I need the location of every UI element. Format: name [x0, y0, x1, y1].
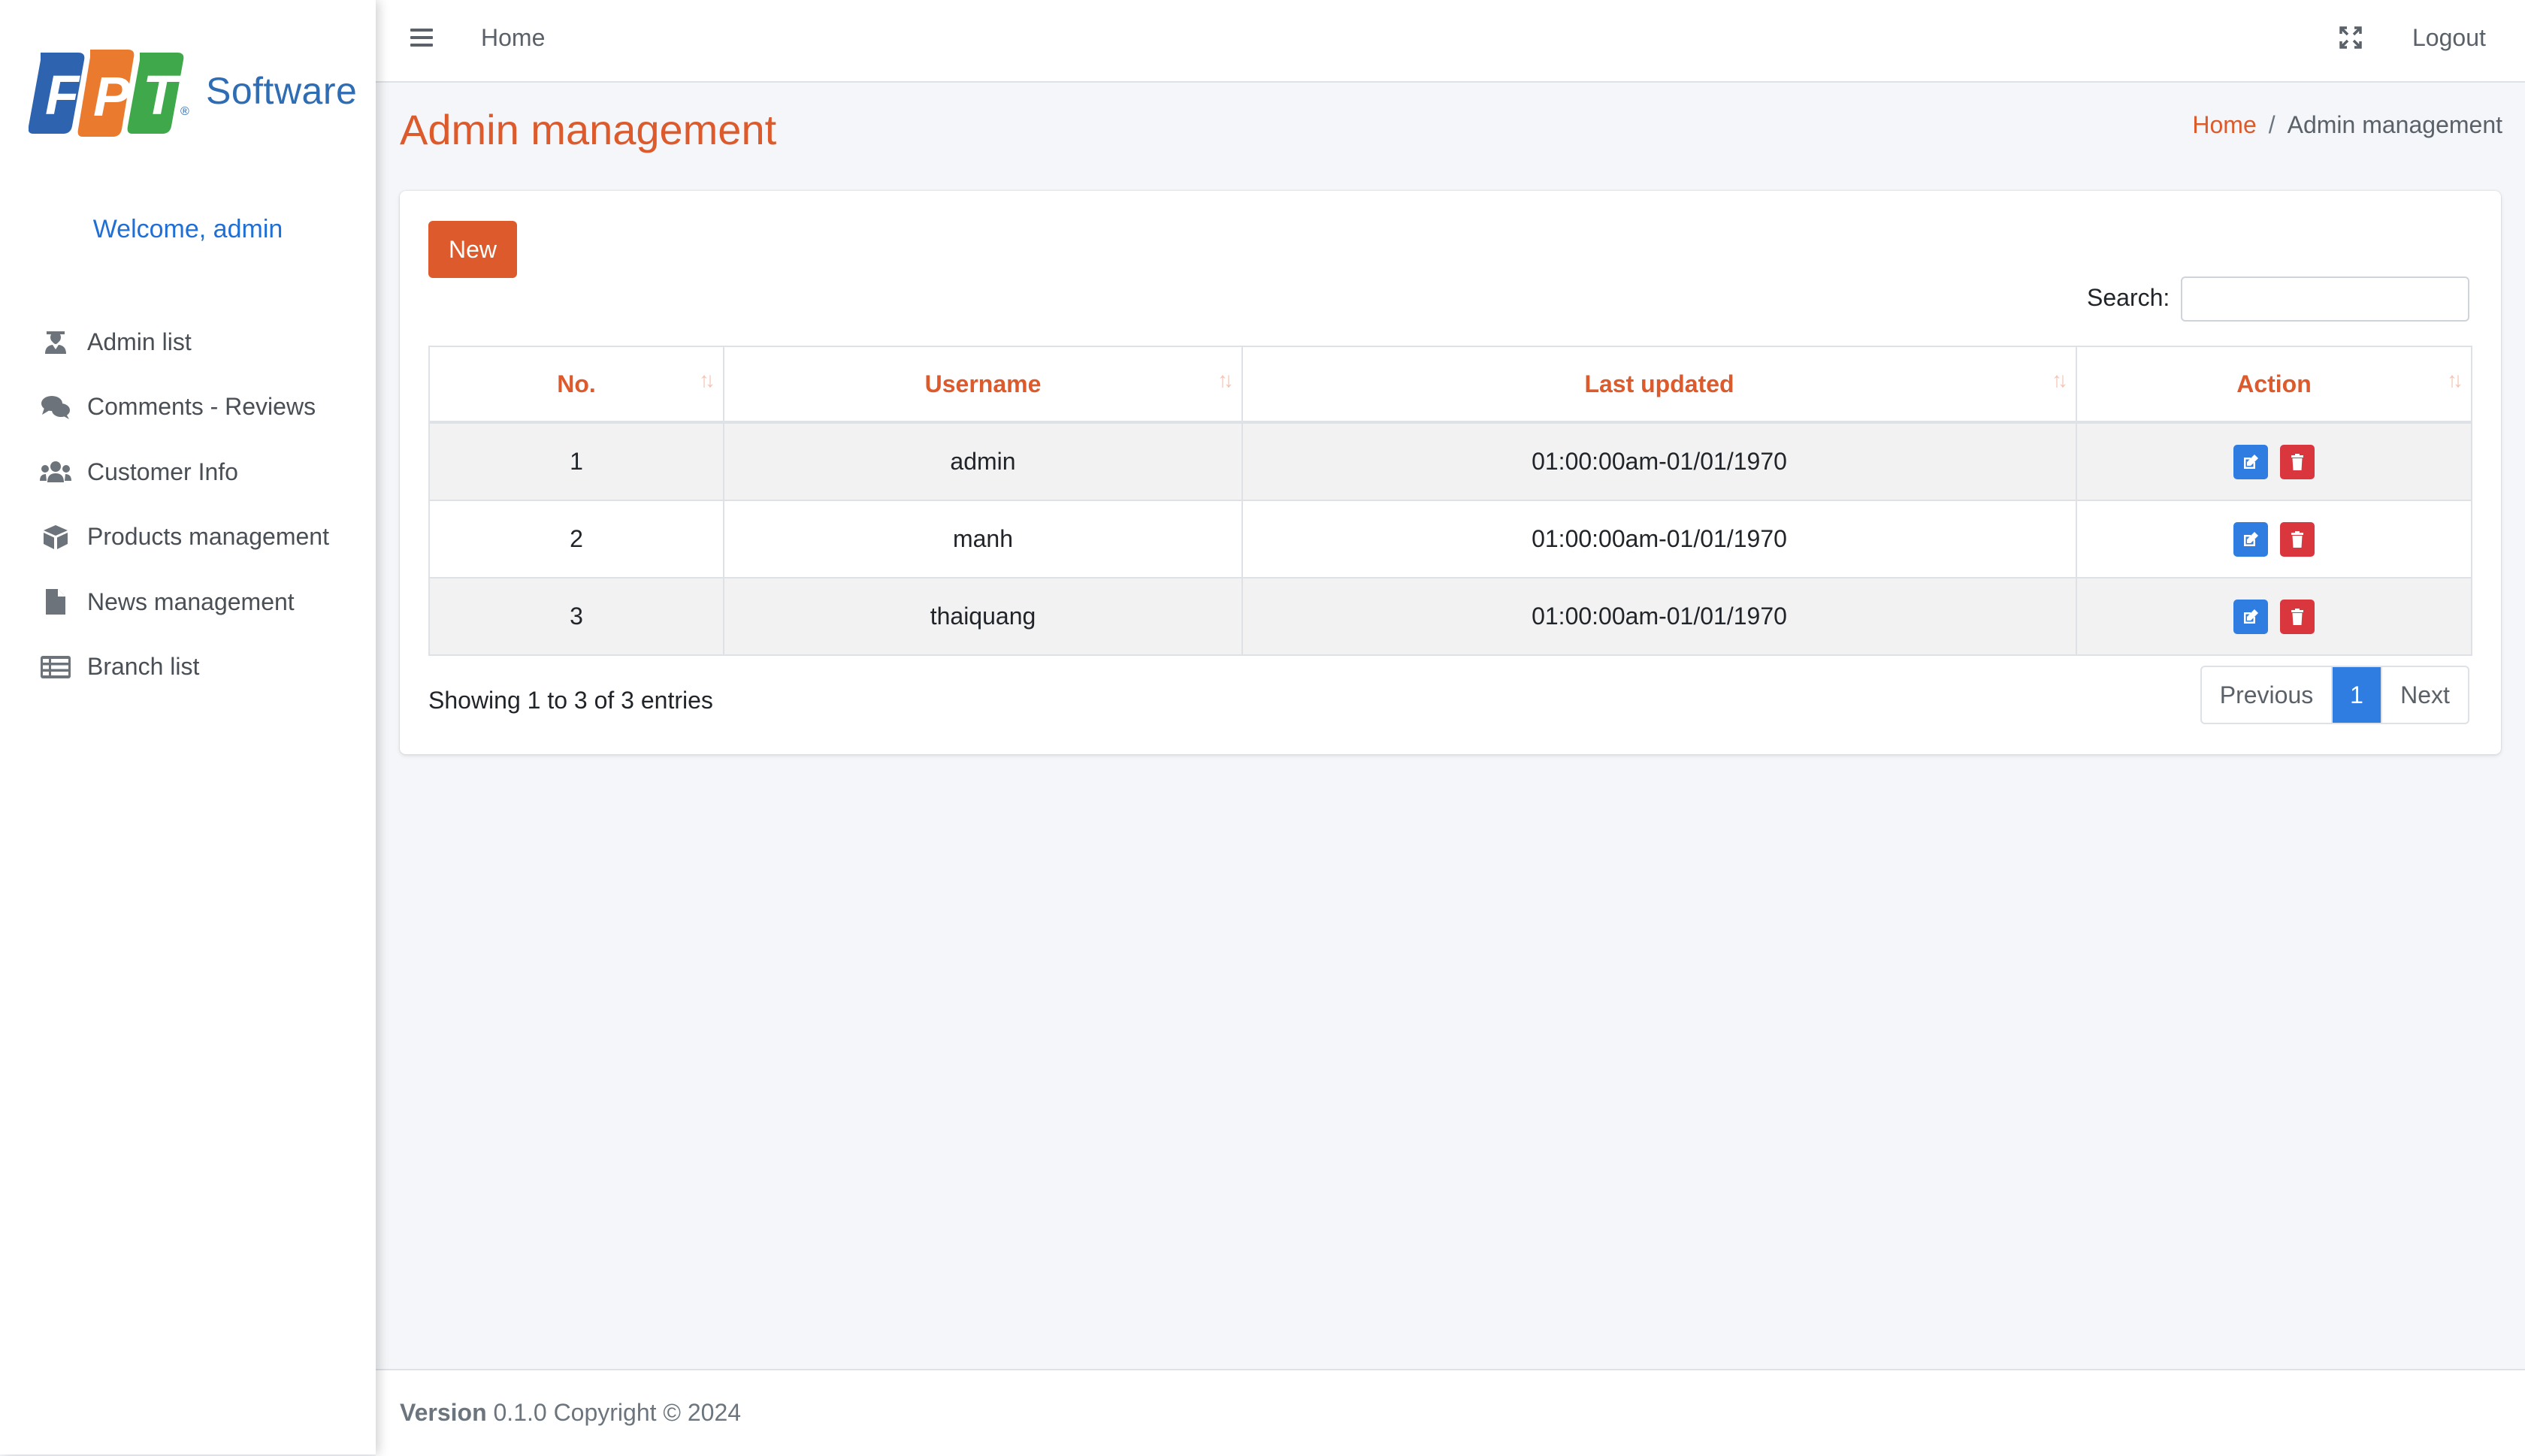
- sidebar-item-products-management[interactable]: Products management: [0, 505, 376, 570]
- version-label: Version: [400, 1399, 487, 1426]
- sidebar-item-admin-list[interactable]: Admin list: [0, 310, 376, 375]
- breadcrumb-separator: /: [2268, 111, 2276, 138]
- cell-username: thaiquang: [723, 577, 1243, 656]
- column-header-label: Action: [2236, 370, 2312, 397]
- logo-registered-mark: ®: [180, 105, 189, 118]
- column-header-username[interactable]: Username ↑↓: [723, 346, 1243, 424]
- cell-action: [2076, 500, 2472, 578]
- edit-button[interactable]: [2233, 444, 2268, 479]
- sidebar-item-label: Customer Info: [87, 458, 238, 485]
- admin-table: No. ↑↓ Username ↑↓ Last updated ↑↓ Actio…: [428, 346, 2472, 656]
- box-icon: [39, 522, 72, 552]
- users-icon: [39, 457, 72, 487]
- version-copyright: 0.1.0 Copyright © 2024: [493, 1399, 742, 1426]
- logout-link[interactable]: Logout: [2412, 24, 2486, 52]
- list-icon: [39, 652, 72, 682]
- column-header-no[interactable]: No. ↑↓: [428, 346, 724, 424]
- cell-action: [2076, 421, 2472, 501]
- sidebar: F P T ® Software Welcome, admin Admin li…: [0, 0, 376, 1454]
- sort-asc-active-icon: ↑↓: [699, 368, 715, 391]
- delete-button[interactable]: [2280, 444, 2315, 479]
- sidebar-item-label: Comments - Reviews: [87, 393, 316, 421]
- sidebar-item-label: Admin list: [87, 328, 192, 355]
- table-header-row: No. ↑↓ Username ↑↓ Last updated ↑↓ Actio…: [428, 346, 2472, 424]
- edit-icon: [2244, 531, 2258, 546]
- welcome-text[interactable]: Welcome, admin: [0, 215, 376, 244]
- sort-icon: ↑↓: [1217, 368, 1234, 391]
- delete-button[interactable]: [2280, 521, 2315, 557]
- sidebar-item-branch-list[interactable]: Branch list: [0, 635, 376, 700]
- column-header-label: No.: [557, 370, 596, 397]
- trash-icon: [2291, 608, 2303, 625]
- edit-button[interactable]: [2233, 521, 2268, 557]
- pagination-page-1[interactable]: 1: [2333, 667, 2381, 723]
- cell-last-updated: 01:00:00am-01/01/1970: [1241, 421, 2077, 501]
- file-icon: [39, 587, 72, 617]
- user-tie-icon: [39, 327, 72, 357]
- cell-no: 2: [428, 500, 724, 578]
- top-nav-home-link[interactable]: Home: [481, 24, 545, 52]
- edit-icon: [2244, 609, 2258, 624]
- admin-list-card: New Search: No. ↑↓ Username ↑↓ Last upda…: [400, 191, 2501, 754]
- sidebar-item-customer-info[interactable]: Customer Info: [0, 440, 376, 505]
- breadcrumb-home-link[interactable]: Home: [2192, 111, 2256, 138]
- hamburger-menu-icon[interactable]: [410, 27, 434, 51]
- sidebar-item-comments-reviews[interactable]: Comments - Reviews: [0, 375, 376, 440]
- search-input[interactable]: [2181, 276, 2469, 322]
- new-button[interactable]: New: [428, 221, 517, 278]
- fpt-software-logo[interactable]: F P T ® Software: [28, 45, 357, 143]
- edit-button[interactable]: [2233, 599, 2268, 634]
- footer-text: Version 0.1.0 Copyright © 2024: [400, 1399, 741, 1427]
- edit-icon: [2244, 454, 2258, 469]
- svg-text:P: P: [93, 65, 131, 128]
- search-label: Search:: [2087, 284, 2170, 311]
- sidebar-item-label: Products management: [87, 523, 329, 551]
- breadcrumb: Home / Admin management: [2192, 111, 2502, 139]
- pagination-next-button[interactable]: Next: [2381, 667, 2468, 723]
- top-navbar: Home Logout: [376, 0, 2525, 83]
- svg-text:T: T: [143, 64, 181, 126]
- footer: Version 0.1.0 Copyright © 2024: [376, 1369, 2525, 1456]
- table-entries-info: Showing 1 to 3 of 3 entries: [428, 687, 713, 714]
- table-row: 2 manh 01:00:00am-01/01/1970: [428, 500, 2472, 578]
- sort-icon: ↑↓: [2447, 368, 2463, 391]
- table-row: 1 admin 01:00:00am-01/01/1970: [428, 421, 2472, 501]
- cell-last-updated: 01:00:00am-01/01/1970: [1241, 577, 2077, 656]
- column-header-action[interactable]: Action ↑↓: [2076, 346, 2472, 424]
- delete-button[interactable]: [2280, 599, 2315, 634]
- cell-action: [2076, 577, 2472, 656]
- sidebar-nav: Admin list Comments - Reviews Customer I…: [0, 310, 376, 699]
- cell-last-updated: 01:00:00am-01/01/1970: [1241, 500, 2077, 578]
- sidebar-item-news-management[interactable]: News management: [0, 569, 376, 635]
- comments-icon: [39, 392, 72, 422]
- cell-username: admin: [723, 421, 1243, 501]
- breadcrumb-current: Admin management: [2287, 111, 2502, 138]
- cell-username: manh: [723, 500, 1243, 578]
- pagination: Previous 1 Next: [2200, 666, 2469, 724]
- page-title: Admin management: [400, 106, 777, 153]
- logo-text: Software: [206, 70, 358, 112]
- fullscreen-expand-icon[interactable]: [2339, 26, 2364, 51]
- sidebar-item-label: News management: [87, 588, 295, 615]
- trash-icon: [2291, 530, 2303, 548]
- trash-icon: [2291, 453, 2303, 470]
- svg-text:F: F: [45, 64, 80, 126]
- cell-no: 1: [428, 421, 724, 501]
- pagination-previous-button[interactable]: Previous: [2202, 667, 2333, 723]
- column-header-label: Username: [924, 370, 1042, 397]
- fpt-logo-icon: F P T: [28, 50, 184, 137]
- column-header-last-updated[interactable]: Last updated ↑↓: [1241, 346, 2077, 424]
- cell-no: 3: [428, 577, 724, 656]
- table-row: 3 thaiquang 01:00:00am-01/01/1970: [428, 577, 2472, 656]
- sort-icon: ↑↓: [2052, 368, 2068, 391]
- column-header-label: Last updated: [1584, 370, 1734, 397]
- sidebar-item-label: Branch list: [87, 653, 200, 681]
